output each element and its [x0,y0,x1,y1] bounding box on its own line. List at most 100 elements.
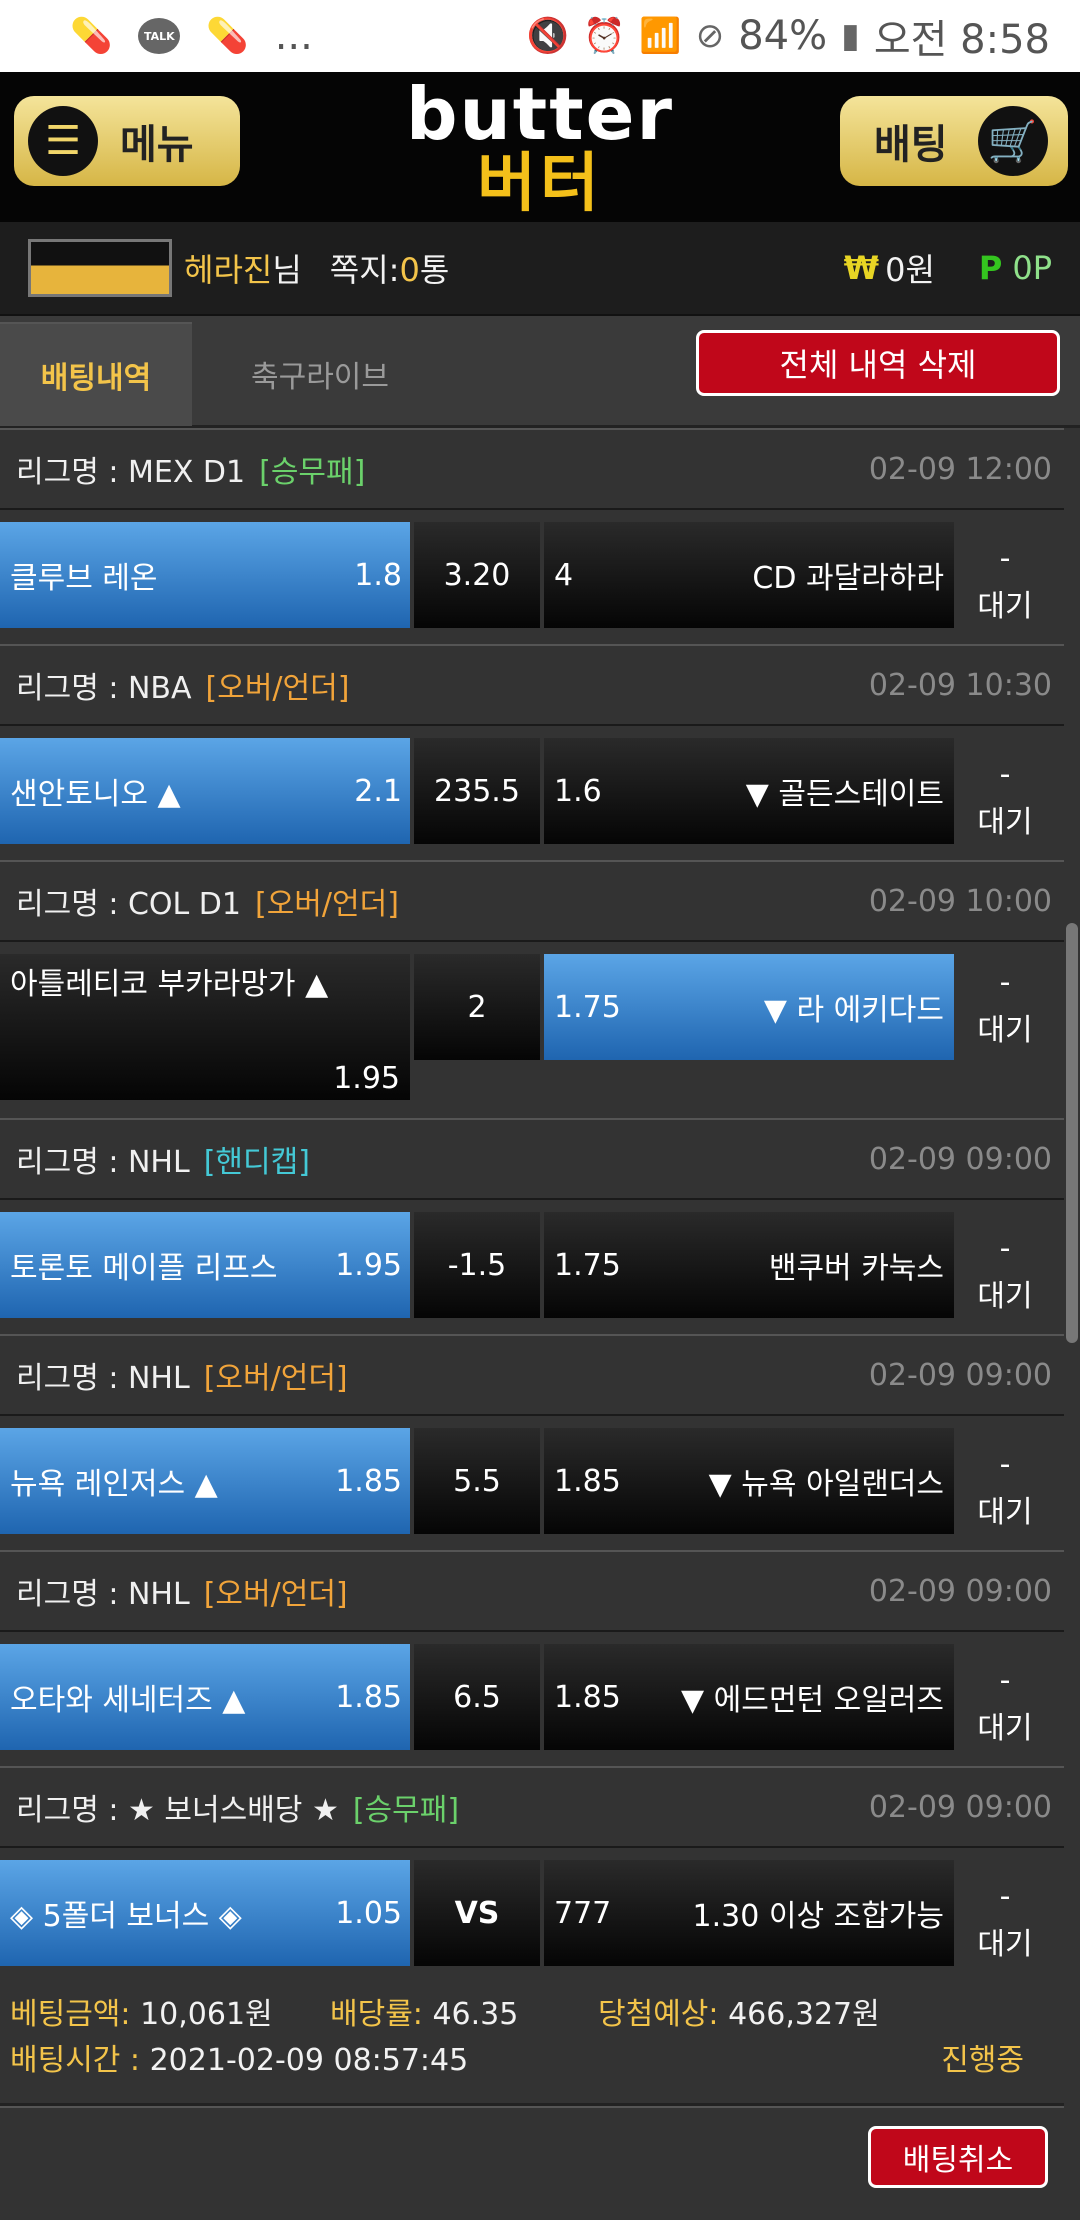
away-team-cell: 1.85 ▼ 에드먼턴 오일러즈 [544,1644,954,1750]
logo-text-ko: 버터 [477,147,603,221]
home-team: ◈ 5폴더 보너스 ◈ [10,1899,242,1934]
bet-status: - 대기 [960,1212,1050,1334]
bet-type: [승무패] [352,1793,460,1828]
home-team-cell: ◈ 5폴더 보너스 ◈ 1.05 [0,1860,410,1966]
league-header: 리그명 : ★ 보너스배당 ★ [승무패] 02-09 09:00 [0,1766,1064,1848]
total-line: 5.5 [414,1428,540,1534]
home-odds: 1.95 [335,1247,402,1283]
away-odds: 1.85 [554,1463,621,1499]
away-team-cell: 1.75 밴쿠버 카눅스 [544,1212,954,1318]
match-datetime: 02-09 10:30 [868,667,1052,703]
league-name: 리그명 : MEX D1 [16,455,246,490]
bet-status: - 대기 [960,522,1050,644]
level-badge [28,239,172,297]
cancel-row: 배팅취소 [0,2106,1064,2206]
versus-label: VS [414,1860,540,1966]
mute-icon: 🔇 [526,16,570,56]
away-odds: 777 [554,1895,612,1931]
bet-type: [오버/언더] [203,1577,348,1612]
username[interactable]: 헤라진 [184,245,272,291]
alarm-icon: ⏰ [583,16,626,56]
home-team-cell: 오타와 세네터즈 ▲ 1.85 [0,1644,410,1750]
away-team-cell: 777 1.30 이상 조합가능 [544,1860,954,1966]
home-team: 샌안토니오 ▲ [10,777,181,812]
block-icon: ⊘ [695,16,725,56]
league-header: 리그명 : MEX D1 [승무패] 02-09 12:00 [0,428,1064,510]
away-odds: 1.75 [554,989,621,1025]
home-odds: 1.05 [335,1895,402,1931]
messages-count: 0 [399,251,420,289]
match-datetime: 02-09 10:00 [868,883,1052,919]
bet-time: 2021-02-09 08:57:45 [149,2043,469,2078]
messages-label: 쪽지: [329,251,400,289]
match-row: 오타와 세네터즈 ▲ 1.85 6.5 1.85 ▼ 에드먼턴 오일러즈 - 대… [0,1632,1064,1766]
tab-bar: 배팅내역 축구라이브 전체 내역 삭제 [0,316,1080,428]
away-odds: 1.6 [554,773,602,809]
league-header: 리그명 : NHL [오버/언더] 02-09 09:00 [0,1550,1064,1632]
away-team: CD 과달라하라 [752,561,944,596]
tab-betting-history[interactable]: 배팅내역 [0,322,192,426]
kakaotalk-icon: TALK [138,18,181,54]
point-balance: 0P [1012,249,1052,287]
home-team: 토론토 메이플 리프스 [10,1251,278,1286]
league-name: 리그명 : NHL [16,1145,190,1180]
match-row: 샌안토니오 ▲ 2.1 235.5 1.6 ▼ 골든스테이트 - 대기 [0,726,1064,860]
bet-type: [오버/언더] [254,887,399,922]
tab-soccer-live[interactable]: 축구라이브 [220,322,420,426]
home-team: 아틀레티코 부카라망가 ▲ [10,967,329,1002]
result: - [999,965,1011,1000]
home-odds: 1.95 [333,1061,400,1096]
result: - [999,757,1011,792]
status-text: 대기 [977,1711,1033,1746]
clock: 오전 8:58 [873,17,1050,63]
username-suffix: 님 [272,251,302,289]
home-team-cell: 클루브 레온 1.8 [0,522,410,628]
away-team: ▼ 라 에키다드 [763,993,944,1028]
league-name: 리그명 : ★ 보너스배당 ★ [16,1793,339,1828]
bet-status: - 대기 [960,1428,1050,1550]
battery-icon: ▮ [841,16,860,56]
home-team-cell: 토론토 메이플 리프스 1.95 [0,1212,410,1318]
delete-all-history-button[interactable]: 전체 내역 삭제 [696,330,1060,396]
match-row: ◈ 5폴더 보너스 ◈ 1.05 VS 777 1.30 이상 조합가능 - 대… [0,1848,1064,1982]
home-odds: 2.1 [354,773,402,809]
total-line: 2 [414,954,540,1060]
pill-icon-2: 💊 [206,16,249,56]
home-odds: 1.8 [354,557,402,593]
status-text: 대기 [977,589,1033,624]
away-odds: 1.85 [554,1679,621,1715]
result: - [999,541,1011,576]
bet-type: [핸디캡] [203,1145,310,1180]
league-name: 리그명 : NHL [16,1577,190,1612]
home-team: 오타와 세네터즈 ▲ [10,1683,246,1718]
home-team-cell: 뉴욕 레인저스 ▲ 1.85 [0,1428,410,1534]
league-name: 리그명 : COL D1 [16,887,241,922]
bet-progress-status: 진행중 [941,2043,1024,2078]
user-info-bar: 헤라진 님 쪽지:0통 ₩ 0원 P 0P [0,222,1080,316]
away-odds: 4 [554,557,574,593]
away-team: 1.30 이상 조합가능 [692,1899,944,1934]
match-row: 뉴욕 레인저스 ▲ 1.85 5.5 1.85 ▼ 뉴욕 아일랜더스 - 대기 [0,1416,1064,1550]
point-icon: P [978,249,1003,287]
league-name: 리그명 : NBA [16,671,192,706]
away-team-cell: 1.6 ▼ 골든스테이트 [544,738,954,844]
bet-status: - 대기 [960,954,1050,1060]
messages-link[interactable]: 쪽지:0통 [330,245,449,291]
bet-status: - 대기 [960,1644,1050,1766]
home-team-cell: 샌안토니오 ▲ 2.1 [0,738,410,844]
odds-rate-label: 배당률: [330,1997,423,2032]
league-header: 리그명 : NHL [핸디캡] 02-09 09:00 [0,1118,1064,1200]
bet-status: - 대기 [960,738,1050,860]
away-team: 밴쿠버 카눅스 [768,1251,944,1286]
league-name: 리그명 : NHL [16,1361,190,1396]
betslip-button[interactable]: 배팅 🛒 [840,96,1068,186]
handicap-line: -1.5 [414,1212,540,1318]
cancel-bet-button[interactable]: 배팅취소 [868,2126,1048,2188]
match-datetime: 02-09 09:00 [868,1789,1052,1825]
draw-odds: 3.20 [414,522,540,628]
away-team: ▼ 에드먼턴 오일러즈 [681,1683,944,1718]
more-notifications: ... [274,13,313,59]
scrollbar[interactable] [1066,923,1078,1343]
result: - [999,1879,1011,1914]
home-odds: 1.85 [335,1679,402,1715]
